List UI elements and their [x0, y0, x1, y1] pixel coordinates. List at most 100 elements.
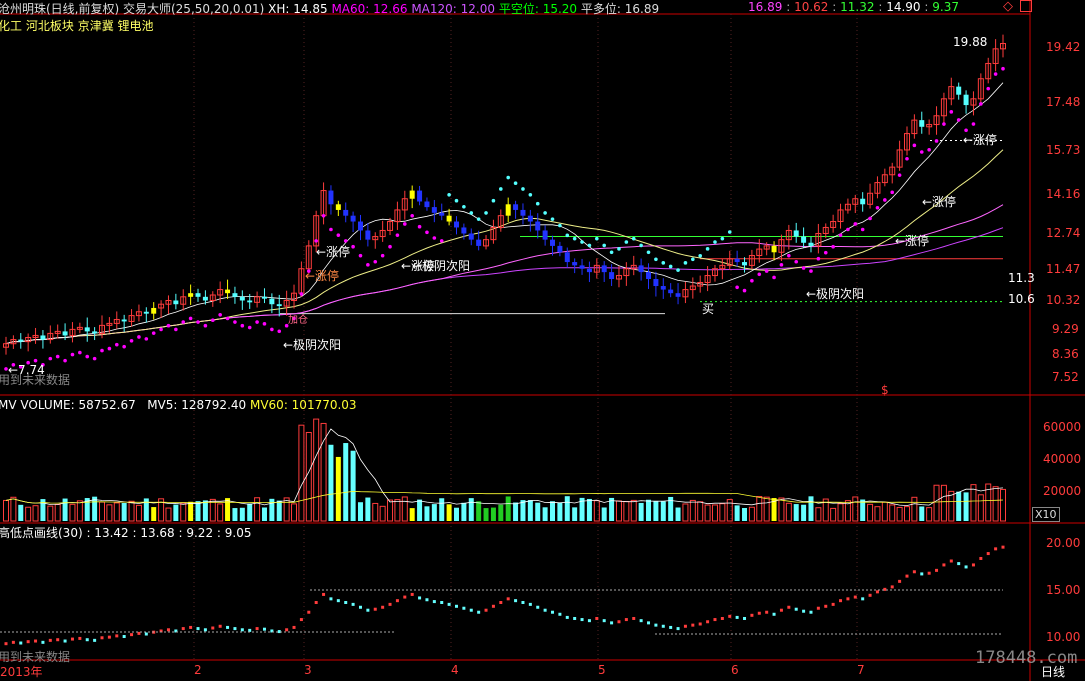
sar-dot — [129, 339, 134, 343]
sar-dot — [897, 173, 902, 177]
sar-dot — [705, 247, 710, 251]
period-tab[interactable]: 日线 — [1041, 663, 1065, 680]
candle-body — [151, 307, 157, 314]
candle-body — [527, 215, 533, 222]
sar-dot — [262, 322, 267, 326]
volume-bar — [653, 501, 659, 521]
indicator-mark — [809, 610, 813, 614]
sar-dot — [993, 72, 998, 76]
indicator-mark — [203, 628, 207, 632]
sar-dot — [927, 147, 931, 152]
sar-dot — [550, 217, 555, 221]
volume-bar — [704, 504, 711, 522]
indicator-mark — [632, 616, 636, 620]
sar-dot — [454, 198, 459, 203]
indicator-mark — [56, 638, 60, 642]
indicator-mark — [816, 606, 820, 610]
tag-jingjinji[interactable]: 京津冀 — [78, 19, 114, 33]
indicator-mark — [683, 624, 687, 628]
time-tick: 4 — [451, 663, 459, 677]
time-tick: 5 — [598, 663, 606, 677]
sar-dot — [654, 257, 658, 262]
sar-dot — [70, 352, 75, 357]
indicator-mark — [248, 628, 252, 632]
sar-dot — [410, 213, 414, 218]
indicator-mark — [750, 613, 754, 617]
sar-dot — [203, 323, 208, 328]
price-tick: 9.29 — [1052, 322, 1079, 336]
indicator-mark — [388, 602, 392, 606]
volume-bar — [401, 496, 408, 522]
sar-dot — [476, 217, 481, 221]
ma60-value: MA60: 12.66 — [331, 2, 408, 16]
price-tick: 8.36 — [1052, 347, 1079, 361]
volume-bar — [62, 498, 68, 521]
volume-bar — [505, 496, 511, 521]
volume-bar — [261, 507, 267, 521]
indicator-mark — [166, 628, 170, 632]
candle-body — [328, 190, 334, 205]
indicator-mark — [41, 640, 45, 644]
candle-body — [668, 289, 674, 294]
indicator-mark — [358, 605, 362, 609]
tag-lithium[interactable]: 锂电池 — [118, 19, 154, 33]
volume-unit-box[interactable]: X10 — [1032, 507, 1060, 522]
duo-value: 平多位: 16.89 — [580, 2, 660, 16]
tag-chemical[interactable]: 化工 — [0, 19, 22, 33]
sar-dot — [764, 269, 769, 273]
indicator-mark — [920, 572, 924, 576]
indicator-mark — [262, 627, 266, 631]
candle-body — [40, 335, 46, 340]
indicator-mark — [351, 602, 355, 606]
sar-dot — [639, 243, 643, 248]
indicator-mark — [299, 618, 303, 622]
indicator-mark — [624, 618, 628, 622]
volume-bar — [335, 456, 341, 521]
indicator-mark — [669, 625, 673, 629]
candle-body — [417, 190, 423, 202]
indicator-mark — [706, 620, 710, 624]
diamond-icon[interactable]: ◇ — [1003, 0, 1013, 14]
volume-bar — [808, 496, 814, 521]
volume-bar — [564, 496, 570, 521]
volume-bar — [151, 507, 157, 521]
sar-dot — [971, 122, 976, 126]
sar-dot — [380, 253, 385, 258]
indicator-mark — [373, 607, 377, 611]
candle-body — [453, 221, 459, 228]
candle-body — [742, 262, 748, 266]
close-box-icon[interactable] — [1020, 0, 1032, 12]
volume-bar — [815, 507, 822, 522]
ind-tick: 20.00 — [1046, 536, 1081, 550]
level-10-6: 10.6 — [1008, 292, 1035, 306]
volume-bar — [135, 504, 142, 522]
sar-dot — [144, 337, 149, 341]
volume-bar — [593, 500, 600, 522]
sar-dot — [358, 253, 363, 258]
sar-dot — [432, 236, 437, 240]
volume-bar — [476, 501, 482, 521]
sar-dot — [890, 190, 895, 195]
sar-dot — [166, 323, 171, 328]
ma10-line — [5, 82, 1004, 345]
indicator-mark — [314, 601, 318, 605]
r4-value: 14.90 — [886, 0, 921, 14]
tag-hebei[interactable]: 河北板块 — [26, 19, 74, 33]
sar-dot — [860, 227, 865, 232]
sar-dot — [499, 187, 503, 191]
sar-dot — [838, 233, 843, 237]
volume-bar — [601, 507, 607, 521]
volume-bar — [940, 484, 947, 522]
volume-value: MV VOLUME: 58752.67 — [0, 398, 136, 412]
volume-bar — [47, 505, 54, 522]
volume-bar — [409, 508, 415, 521]
high-label: 19.88 — [953, 35, 988, 49]
sar-dot — [905, 156, 909, 161]
volume-bar — [977, 494, 984, 522]
indicator-mark — [285, 628, 289, 632]
sar-dot — [624, 240, 629, 244]
sar-dot — [558, 223, 562, 228]
sar-dot — [277, 329, 282, 334]
volume-bar — [801, 504, 807, 521]
candle-body — [557, 245, 563, 253]
